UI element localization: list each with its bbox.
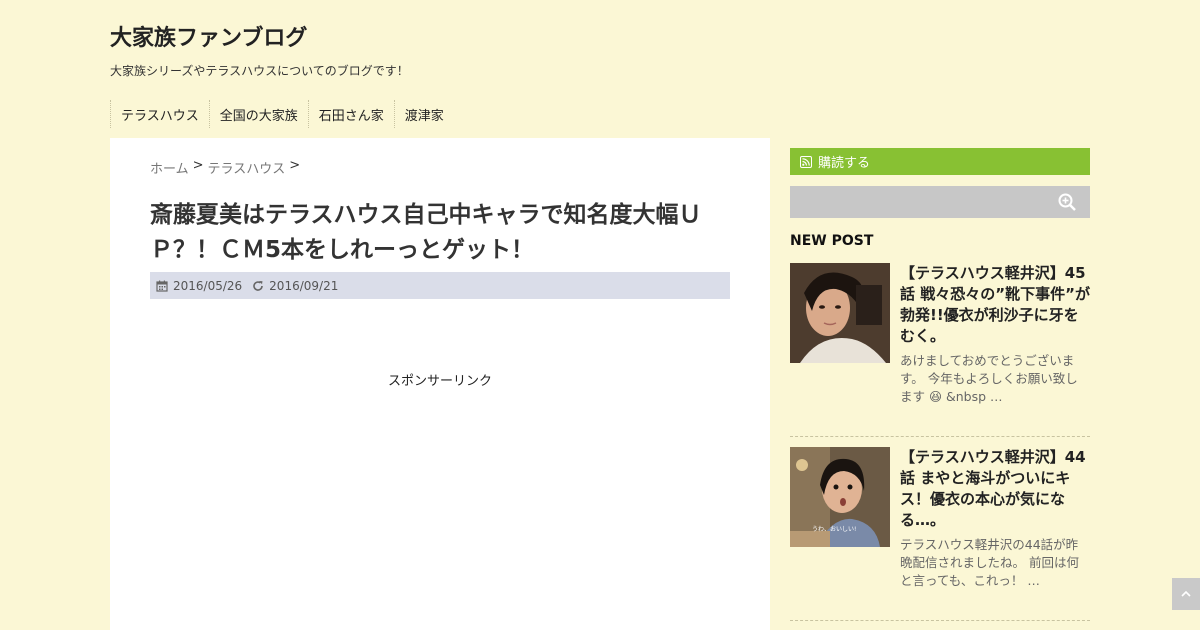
post-title: 斎藤夏美はテラスハウス自己中キャラで知名度大幅ＵＰ？！ＣＭ5本をしれーっとゲット…	[150, 202, 702, 263]
published-date: 2016/05/26	[156, 279, 242, 293]
thumbnail-caption: うわ、おいしい!	[812, 526, 856, 533]
breadcrumb: ホーム > テラスハウス >	[150, 158, 300, 177]
nav-item-terrace-house[interactable]: テラスハウス	[110, 100, 209, 128]
post-thumbnail[interactable]: うわ、おいしい!	[790, 447, 890, 547]
post-title-link[interactable]: 【テラスハウス軽井沢】45話 戦々恐々の”靴下事件”が勃発!!優衣が利沙子に牙を…	[900, 263, 1090, 347]
new-post-item[interactable]: うわ、おいしい! 【テラスハウス軽井沢】44話 まやと海斗がついにキス！優衣の本…	[790, 437, 1090, 621]
laughing-emoji-icon: 😆	[929, 389, 943, 404]
scroll-to-top-button[interactable]	[1172, 578, 1200, 610]
new-post-item[interactable]: 【テラスハウス軽井沢】45話 戦々恐々の”靴下事件”が勃発!!優衣が利沙子に牙を…	[790, 263, 1090, 437]
post-excerpt: あけましておめでとうございます。 今年もよろしくお願い致します 😆 &nbsp …	[900, 352, 1090, 406]
refresh-icon	[253, 280, 263, 291]
search-box[interactable]	[790, 186, 1090, 218]
breadcrumb-category[interactable]: テラスハウス	[208, 158, 286, 177]
subscribe-label: 購読する	[818, 156, 871, 171]
calendar-icon	[156, 280, 168, 292]
published-date-text: 2016/05/26	[173, 278, 243, 293]
main-content: ホーム > テラスハウス > 斎藤夏美はテラスハウス自己中キャラで知名度大幅ＵＰ…	[110, 138, 770, 630]
nav-item-ishida-family[interactable]: 石田さん家	[307, 100, 394, 128]
site-title[interactable]: 大家族ファンブログ	[110, 20, 307, 52]
post-thumbnail[interactable]	[790, 263, 890, 363]
chevron-up-icon	[1181, 590, 1191, 597]
breadcrumb-separator: >	[289, 158, 301, 173]
search-icon[interactable]	[1058, 193, 1076, 211]
subscribe-button[interactable]: 購読する	[790, 148, 1090, 175]
excerpt-text: &nbsp …	[946, 389, 1003, 404]
sponsor-link-label: スポンサーリンク	[387, 374, 492, 389]
main-nav: テラスハウス 全国の大家族 石田さん家 渡津家	[110, 100, 454, 128]
post-title-link[interactable]: 【テラスハウス軽井沢】44話 まやと海斗がついにキス！優衣の本心が気になる…。	[900, 447, 1090, 531]
site-description: 大家族シリーズやテラスハウスについてのブログです！	[110, 64, 409, 78]
nav-item-watatsu-family[interactable]: 渡津家	[393, 100, 454, 128]
breadcrumb-separator: >	[192, 158, 204, 173]
updated-date-text: 2016/09/21	[269, 278, 339, 293]
post-meta: 2016/05/26 2016/09/21	[150, 272, 730, 299]
new-post-heading: NEW POST	[790, 233, 874, 249]
rss-icon	[800, 155, 812, 168]
updated-date: 2016/09/21	[252, 279, 338, 293]
breadcrumb-home[interactable]: ホーム	[150, 158, 189, 177]
post-excerpt: テラスハウス軽井沢の44話が昨晩配信されましたね。 前回は何と言っても、これっ！…	[900, 537, 1079, 588]
sidebar: 購読する NEW POST 【テラスハウス軽井沢】45話 戦々恐々の”靴下事件”…	[790, 148, 1090, 621]
nav-item-nationwide-big-families[interactable]: 全国の大家族	[208, 100, 308, 128]
